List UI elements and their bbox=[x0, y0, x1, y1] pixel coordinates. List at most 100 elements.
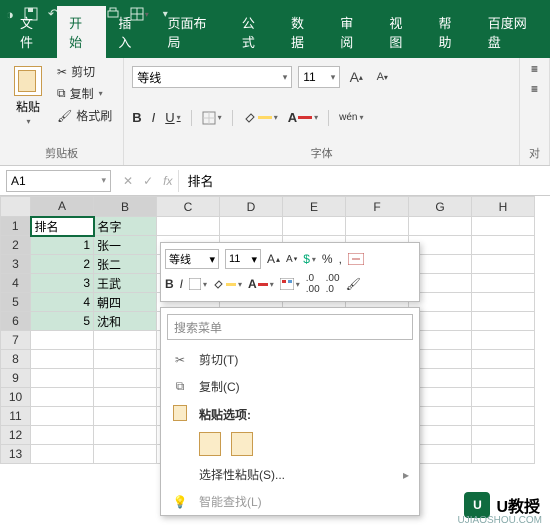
increase-font-icon[interactable]: A▴ bbox=[346, 67, 366, 87]
cell[interactable] bbox=[409, 217, 472, 236]
mini-border-button[interactable]: ▾ bbox=[189, 278, 207, 290]
cell[interactable] bbox=[94, 388, 157, 407]
phonetic-button[interactable]: wén▾ bbox=[339, 112, 363, 123]
mini-increase-font-icon[interactable]: A▴ bbox=[267, 252, 280, 266]
font-size-combo[interactable]: 11▾ bbox=[298, 66, 340, 88]
cut-button[interactable]: ✂剪切 bbox=[54, 62, 115, 81]
cell[interactable] bbox=[283, 217, 346, 236]
cell[interactable] bbox=[94, 445, 157, 464]
cell[interactable] bbox=[31, 369, 94, 388]
align-middle-icon[interactable]: ≡ bbox=[531, 82, 538, 96]
cell[interactable] bbox=[94, 331, 157, 350]
cell[interactable]: 沈和 bbox=[94, 312, 157, 331]
select-all-corner[interactable] bbox=[1, 197, 31, 217]
tab-review[interactable]: 审阅 bbox=[328, 6, 377, 58]
cell[interactable]: 3 bbox=[31, 274, 94, 293]
border-button[interactable]: ▾ bbox=[202, 111, 222, 125]
row-header[interactable]: 3 bbox=[1, 255, 31, 274]
cell[interactable]: 朝四 bbox=[94, 293, 157, 312]
cell[interactable] bbox=[94, 407, 157, 426]
tab-insert[interactable]: 插入 bbox=[106, 6, 155, 58]
tab-formulas[interactable]: 公式 bbox=[230, 6, 279, 58]
fx-icon[interactable]: fx bbox=[163, 174, 172, 188]
enter-icon[interactable]: ✓ bbox=[143, 174, 153, 188]
formula-input[interactable]: 排名 bbox=[178, 170, 550, 192]
col-header-c[interactable]: C bbox=[157, 197, 220, 217]
cell[interactable] bbox=[94, 350, 157, 369]
mini-accounting-icon[interactable]: $▾ bbox=[303, 252, 316, 266]
tab-help[interactable]: 帮助 bbox=[427, 6, 476, 58]
col-header-b[interactable]: B bbox=[94, 197, 157, 217]
col-header-d[interactable]: D bbox=[220, 197, 283, 217]
cell[interactable] bbox=[94, 426, 157, 445]
col-header-e[interactable]: E bbox=[283, 197, 346, 217]
cell[interactable]: 1 bbox=[31, 236, 94, 255]
row-header[interactable]: 2 bbox=[1, 236, 31, 255]
copy-button[interactable]: ⧉复制▾ bbox=[54, 84, 115, 103]
row-header[interactable]: 7 bbox=[1, 331, 31, 350]
cell[interactable] bbox=[472, 217, 535, 236]
font-color-button[interactable]: A▾ bbox=[288, 110, 318, 125]
cell[interactable]: 张一 bbox=[94, 236, 157, 255]
cell[interactable] bbox=[346, 217, 409, 236]
tab-data[interactable]: 数据 bbox=[279, 6, 328, 58]
cell[interactable]: 4 bbox=[31, 293, 94, 312]
mini-size-combo[interactable]: 11▾ bbox=[225, 249, 261, 269]
ctx-cut[interactable]: ✂剪切(T) bbox=[161, 346, 419, 373]
paste-button[interactable]: 粘贴 ▾ bbox=[8, 62, 48, 130]
col-header-a[interactable]: A bbox=[31, 197, 94, 217]
fill-color-button[interactable]: ▾ bbox=[243, 111, 278, 125]
mini-merge-icon[interactable] bbox=[348, 253, 364, 265]
col-header-g[interactable]: G bbox=[409, 197, 472, 217]
cell[interactable] bbox=[472, 236, 535, 255]
cell[interactable] bbox=[472, 312, 535, 331]
cell[interactable] bbox=[472, 426, 535, 445]
row-header[interactable]: 12 bbox=[1, 426, 31, 445]
mini-fill-button[interactable]: ▾ bbox=[213, 278, 242, 290]
cell[interactable] bbox=[472, 293, 535, 312]
ctx-copy[interactable]: ⧉复制(C) bbox=[161, 373, 419, 400]
cell[interactable] bbox=[472, 369, 535, 388]
cell[interactable] bbox=[472, 331, 535, 350]
cancel-icon[interactable]: ✕ bbox=[123, 174, 133, 188]
underline-button[interactable]: U▾ bbox=[165, 110, 180, 125]
cell[interactable] bbox=[472, 407, 535, 426]
tab-file[interactable]: 文件 bbox=[8, 6, 57, 58]
mini-percent-icon[interactable]: % bbox=[322, 252, 333, 266]
cell[interactable]: 排名 bbox=[31, 217, 94, 236]
row-header[interactable]: 11 bbox=[1, 407, 31, 426]
mini-decrease-font-icon[interactable]: A▾ bbox=[286, 254, 297, 265]
row-header[interactable]: 13 bbox=[1, 445, 31, 464]
col-header-f[interactable]: F bbox=[346, 197, 409, 217]
cell[interactable] bbox=[31, 331, 94, 350]
col-header-h[interactable]: H bbox=[472, 197, 535, 217]
cell[interactable] bbox=[472, 445, 535, 464]
cell[interactable] bbox=[31, 426, 94, 445]
mini-font-color-button[interactable]: A▾ bbox=[248, 277, 274, 291]
cell[interactable] bbox=[157, 217, 220, 236]
cell[interactable] bbox=[94, 369, 157, 388]
mini-dec-decimal-icon[interactable]: .00.0 bbox=[326, 273, 340, 295]
cell[interactable] bbox=[31, 445, 94, 464]
mini-format-painter-icon[interactable]: 🖌 bbox=[346, 277, 361, 291]
cell[interactable] bbox=[472, 388, 535, 407]
row-header[interactable]: 10 bbox=[1, 388, 31, 407]
row-header[interactable]: 8 bbox=[1, 350, 31, 369]
name-box[interactable]: A1▾ bbox=[6, 170, 111, 192]
row-header[interactable]: 1 bbox=[1, 217, 31, 236]
align-top-icon[interactable]: ≡ bbox=[531, 62, 538, 76]
ctx-paste-special[interactable]: 选择性粘贴(S)...▸ bbox=[161, 461, 419, 488]
cell[interactable] bbox=[220, 217, 283, 236]
cell[interactable] bbox=[472, 255, 535, 274]
cell[interactable]: 2 bbox=[31, 255, 94, 274]
cell[interactable] bbox=[31, 388, 94, 407]
decrease-font-icon[interactable]: A▾ bbox=[372, 67, 392, 87]
cell[interactable]: 名字 bbox=[94, 217, 157, 236]
cell[interactable] bbox=[31, 407, 94, 426]
cell[interactable] bbox=[472, 274, 535, 293]
tab-page-layout[interactable]: 页面布局 bbox=[156, 6, 230, 58]
bold-button[interactable]: B bbox=[132, 110, 141, 125]
paste-option-keep-source[interactable] bbox=[199, 432, 221, 456]
cell[interactable] bbox=[472, 350, 535, 369]
mini-inc-decimal-icon[interactable]: .0.00 bbox=[306, 273, 320, 295]
